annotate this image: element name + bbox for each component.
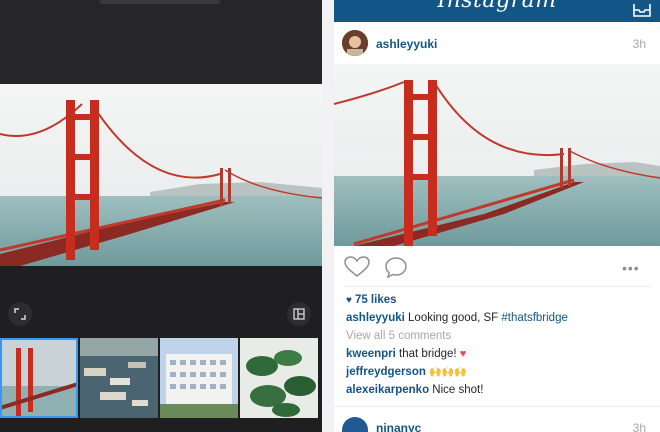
raised-hands-emoji: 🙌🙌🙌 [429,367,467,378]
expand-icon [14,308,26,320]
golden-gate-bridge-image [0,84,322,266]
post-actions: ••• [334,246,660,286]
post-username[interactable]: ashleyyuki [376,37,437,51]
red-heart-emoji: ♥ [459,348,467,360]
app-logo: Instagram [437,0,557,13]
expand-button[interactable] [8,302,32,326]
comment-text: Nice shot! [429,384,484,396]
layout-button[interactable] [287,302,311,326]
camera-roll-thumb[interactable] [80,338,158,418]
post-header: ashleyyuki 3h [334,22,660,65]
comment-bubble-icon[interactable] [384,256,408,278]
avatar[interactable] [342,417,368,432]
editor-top-bar [0,0,322,84]
caption-text: Looking good, SF [404,312,502,324]
bridge-thumb-image [0,338,78,418]
comment-username[interactable]: kweenpri [346,348,396,360]
avatar[interactable] [342,30,368,56]
layout-icon [293,308,305,320]
top-bar-handle [100,0,220,4]
comment-text: that bridge! [395,348,460,360]
editor-photo-preview[interactable] [0,84,322,266]
heart-outline-icon[interactable] [344,256,370,278]
heart-small-icon: ♥ [346,295,352,306]
post-photo[interactable] [334,64,660,246]
comment-username[interactable]: jeffreydgerson [346,366,426,378]
more-dots-icon[interactable]: ••• [622,261,646,275]
caption-username[interactable]: ashleyyuki [346,312,405,324]
next-post-header: ninanyc 3h [334,406,660,432]
caption-hashtag[interactable]: #thatsfbridge [501,312,568,324]
camera-roll-grid [0,338,322,432]
building-thumb-image [160,338,238,418]
editor-panel [0,0,322,432]
plants-thumb-image [240,338,318,418]
avatar-image [342,30,368,56]
likes-count[interactable]: ♥ 75 likes [346,294,397,306]
comment-row: alexeikarpenko Nice shot! [346,384,483,396]
comment-row: jeffreydgerson 🙌🙌🙌 [346,366,466,378]
golden-gate-bridge-image [334,64,660,246]
comment-row: kweenpri that bridge! ♥ [346,348,466,360]
marina-thumb-image [80,338,158,418]
next-post-timestamp: 3h [632,421,646,432]
camera-roll-thumb[interactable] [240,338,318,418]
comment-username[interactable]: alexeikarpenko [346,384,429,396]
likes-label: 75 likes [354,294,397,306]
camera-roll-thumb[interactable] [0,338,78,418]
camera-roll-thumb[interactable] [160,338,238,418]
view-all-comments-link[interactable]: View all 5 comments [346,330,451,342]
screen-divider [322,0,334,432]
post-timestamp: 3h [632,37,646,51]
next-post-username[interactable]: ninanyc [376,421,421,432]
actions-divider [344,286,650,287]
inbox-icon[interactable] [632,0,652,18]
caption: ashleyyuki Looking good, SF #thatsfbridg… [346,312,568,324]
nav-bar: Instagram [334,0,660,22]
feed-screen: Instagram ashleyyuki 3h ••• ♥ 75 likes a… [334,0,660,432]
editor-controls-area [0,266,322,338]
